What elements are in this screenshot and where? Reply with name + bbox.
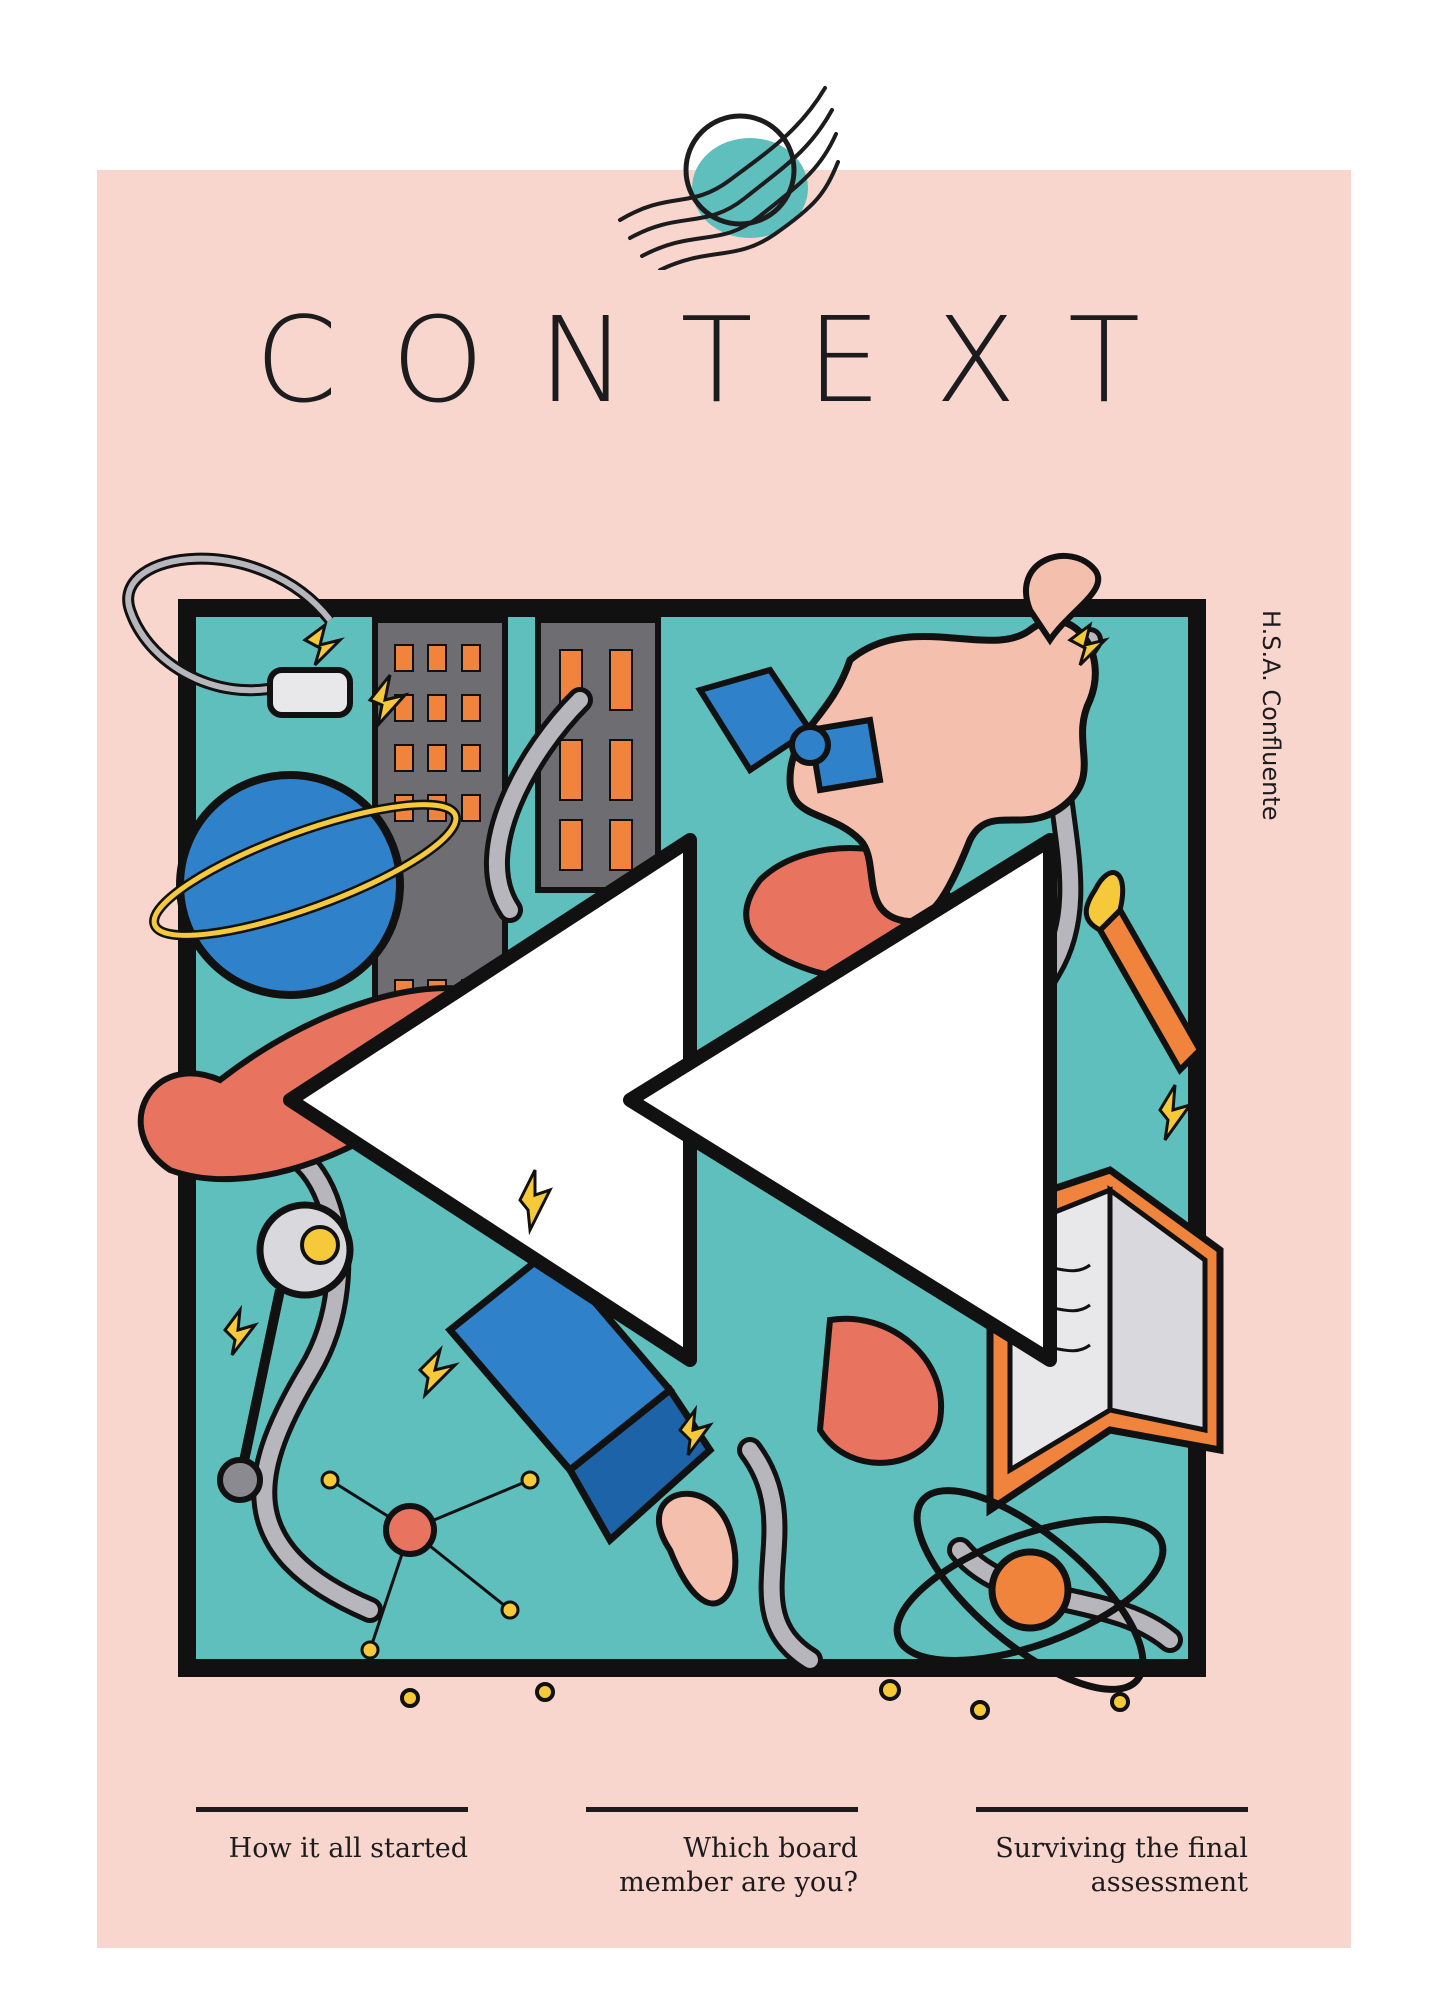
- article-title-line: Surviving the final: [995, 1833, 1248, 1864]
- article-title-line: assessment: [1090, 1867, 1248, 1898]
- publisher-label: H.S.A. Confluente: [1257, 610, 1285, 821]
- plug-icon: [267, 667, 353, 718]
- cover-illustration: [122, 552, 1224, 1720]
- article-teaser[interactable]: Which board member are you?: [568, 1832, 858, 1900]
- confluente-logo-icon: [618, 86, 840, 270]
- article-title-line: member are you?: [619, 1867, 858, 1898]
- article-title-line: How it all started: [228, 1833, 468, 1864]
- article-teaser[interactable]: Surviving the final assessment: [958, 1832, 1248, 1900]
- magazine-title: CONTEXT: [255, 291, 1195, 429]
- article-title-line: Which board: [683, 1833, 858, 1864]
- article-divider: [586, 1807, 858, 1812]
- article-divider: [196, 1807, 468, 1812]
- article-teaser[interactable]: How it all started: [178, 1832, 468, 1866]
- article-divider: [976, 1807, 1248, 1812]
